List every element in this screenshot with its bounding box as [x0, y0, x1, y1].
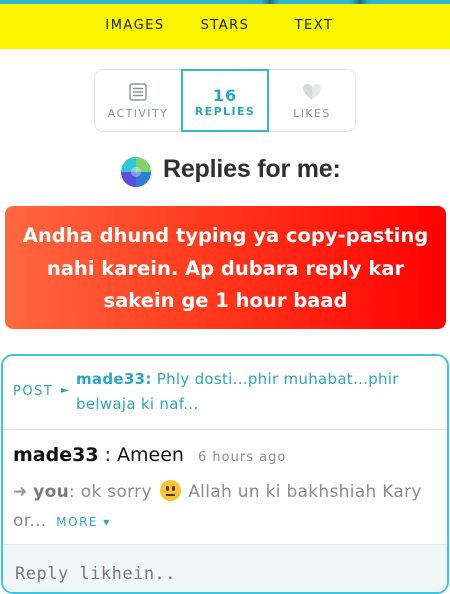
- rate-limit-alert: Andha dhund typing ya copy-pasting nahi …: [5, 206, 446, 329]
- tab-activity-label: ACTIVITY: [107, 107, 169, 120]
- tab-likes[interactable]: LIKES: [269, 70, 355, 131]
- replies-count: 16: [212, 86, 238, 105]
- tab-replies-label: REPLIES: [194, 105, 256, 118]
- quoted-message: ➜ you: ok sorry Allah un ki bakhshiah Ka…: [13, 478, 443, 537]
- alert-line: nahi karein. Ap dubara reply kar: [46, 256, 405, 280]
- reply-timestamp: 6 hours ago: [198, 450, 287, 465]
- reply-input-area: [3, 544, 447, 592]
- post-tag: POST: [13, 384, 54, 399]
- top-nav: IMAGES STARS TEXT: [0, 4, 450, 49]
- nav-text-link[interactable]: TEXT: [278, 4, 350, 49]
- arrow-right-icon: ➜: [13, 482, 28, 502]
- post-arrow-icon: ►: [61, 385, 69, 396]
- tab-likes-label: LIKES: [293, 107, 331, 120]
- tab-group: ACTIVITY 16 REPLIES LIKES: [94, 69, 356, 132]
- reply-text: Ameen: [117, 444, 184, 466]
- quoted-user: you: [33, 482, 70, 502]
- app-logo-icon: [121, 157, 151, 187]
- tab-replies[interactable]: 16 REPLIES: [181, 69, 269, 132]
- neutral-face-emoji-icon: [159, 480, 181, 501]
- reply-input[interactable]: [15, 559, 435, 589]
- post-author[interactable]: made33:: [76, 370, 152, 388]
- heart-icon: [303, 84, 321, 100]
- reply-author[interactable]: made33: [13, 444, 99, 466]
- quoted-text-start: : ok sorry: [69, 482, 152, 502]
- page-title: Replies for me:: [163, 155, 341, 183]
- reply-separator: :: [104, 444, 111, 466]
- post-excerpt: made33: Phly dosti...phir muhabat...phir…: [76, 367, 436, 417]
- reply-item: made33 : Ameen 6 hours ago ➜ you: ok sor…: [3, 430, 447, 544]
- reply-header: made33 : Ameen 6 hours ago: [13, 444, 286, 466]
- tab-activity[interactable]: ACTIVITY: [95, 70, 181, 131]
- reply-card: POST ► made33: Phly dosti...phir muhabat…: [1, 354, 449, 594]
- nav-images-link[interactable]: IMAGES: [92, 4, 178, 49]
- more-link[interactable]: MORE ▾: [56, 515, 111, 529]
- replies-heading: Replies for me:: [0, 150, 450, 192]
- alert-line: sakein ge 1 hour baad: [103, 289, 348, 312]
- post-preview[interactable]: POST ► made33: Phly dosti...phir muhabat…: [3, 356, 447, 430]
- activity-icon: [129, 83, 147, 101]
- nav-stars-link[interactable]: STARS: [188, 4, 262, 49]
- alert-line: Andha dhund typing ya copy-pasting: [22, 224, 429, 247]
